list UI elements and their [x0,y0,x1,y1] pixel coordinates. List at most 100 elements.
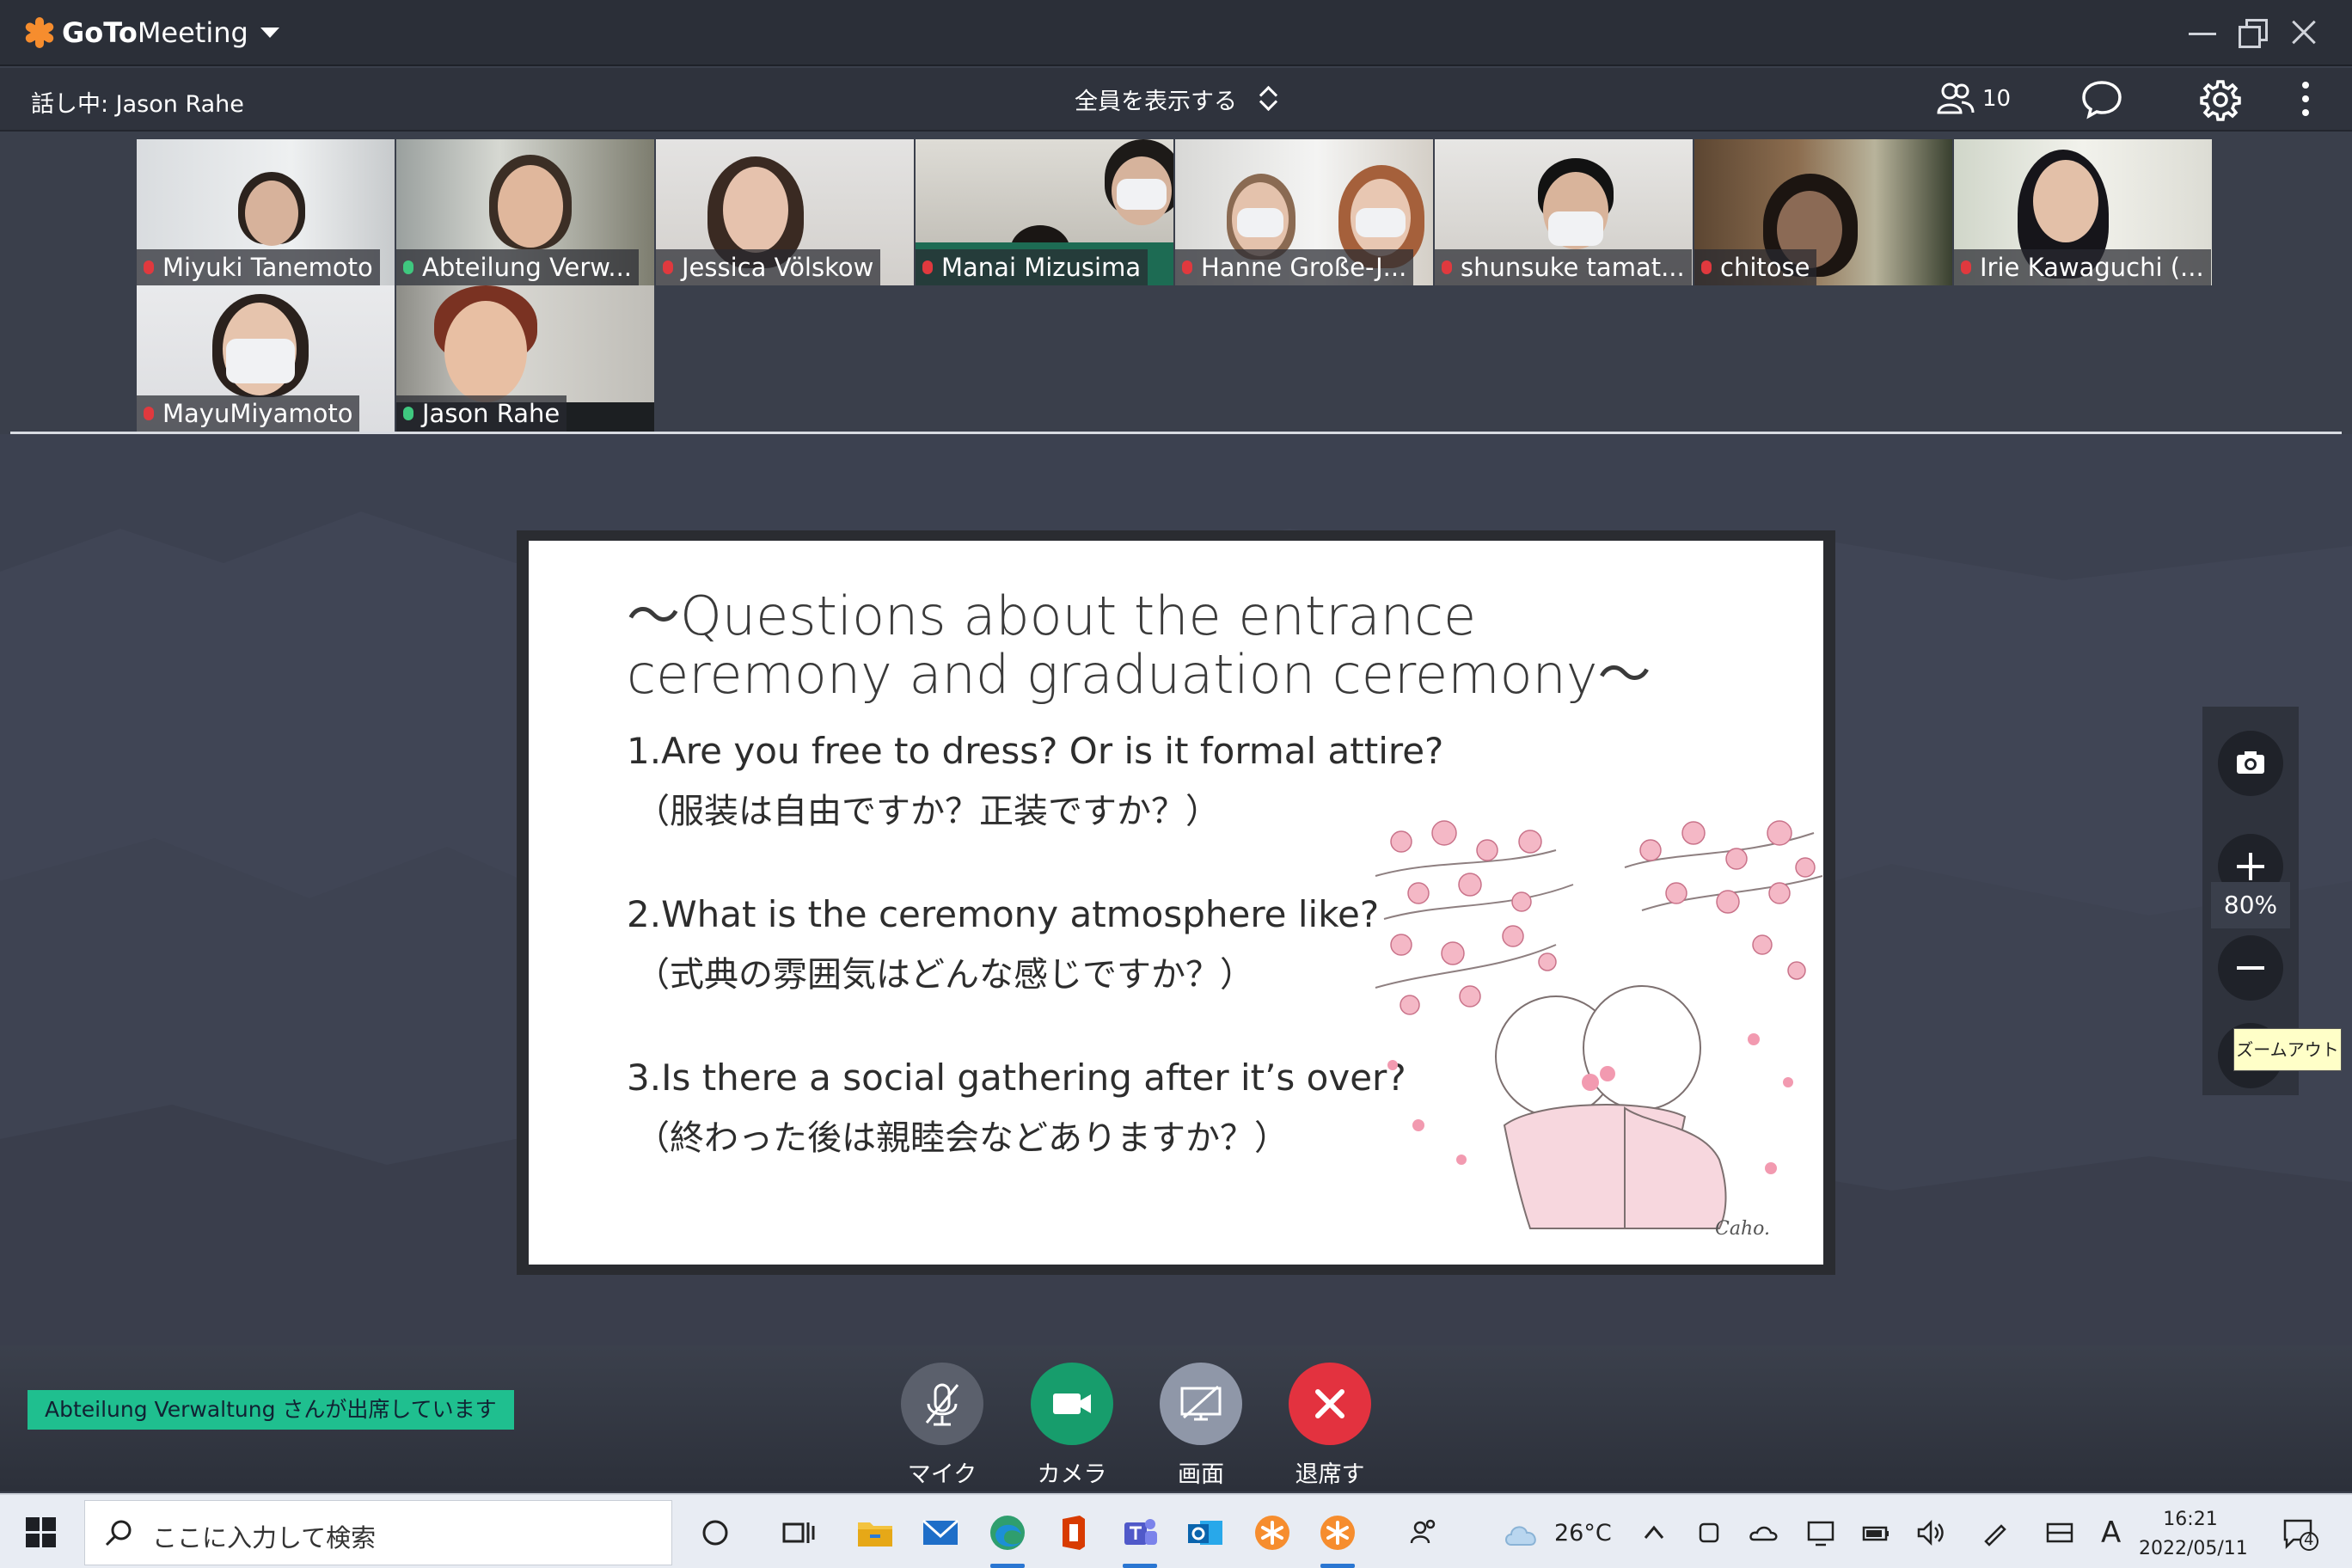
video-tile[interactable]: Manai Mizusima [916,139,1173,285]
video-tile[interactable]: chitose [1694,139,1952,285]
zoom-out-button[interactable] [2218,935,2283,1001]
video-camera-icon [1053,1393,1091,1414]
mic-off-icon [1182,260,1192,274]
mic-off-icon [144,407,154,420]
video-tile[interactable]: Jason Rahe [396,285,654,432]
participant-name: chitose [1720,253,1810,282]
presentation-frame: ～Questions about the entrance ceremony a… [517,530,1835,1275]
camera-button[interactable]: カメラ [1029,1363,1115,1489]
gear-icon [2200,80,2241,121]
microphone-button[interactable]: マイク [899,1363,985,1489]
presentation-slide: ～Questions about the entrance ceremony a… [529,541,1823,1265]
snapshot-button[interactable] [2218,731,2283,796]
mic-off-icon [922,260,933,274]
weather-widget[interactable]: 26°C [1501,1512,1612,1553]
video-tile[interactable]: Hanne Große-J... [1175,139,1433,285]
temperature: 26°C [1554,1519,1612,1547]
gotomeeting-active-icon[interactable] [1317,1512,1358,1568]
onedrive-icon[interactable] [1749,1517,1779,1548]
chevron-up-icon[interactable] [1638,1517,1669,1548]
view-all-toggle[interactable]: 全員を表示する [1075,82,1278,116]
meeting-controls: Abteilung Verwaltung さんが出席しています マイク カメラ [0,1345,2352,1522]
chat-button[interactable] [2080,78,2123,123]
video-tile[interactable]: Irie Kawaguchi (... [1954,139,2212,285]
search-placeholder: ここに入力して検索 [152,1523,377,1553]
chevron-down-icon [260,28,279,38]
edge-browser-icon[interactable] [987,1512,1028,1568]
title-bar: GoToMeeting [0,0,2352,66]
windows-logo-icon [26,1517,40,1531]
outlook-icon[interactable] [1185,1512,1226,1553]
meet-now-icon[interactable] [1694,1517,1724,1548]
app-name: GoToMeeting [62,16,248,49]
video-tile[interactable]: Miyuki Tanemoto [137,139,395,285]
battery-icon[interactable] [1860,1517,1891,1548]
mic-muted-icon [925,1383,959,1426]
video-tile[interactable]: Abteilung Verw... [396,139,654,285]
close-button[interactable] [2285,14,2323,52]
gotomeeting-window: GoToMeeting 話し中: Jason Rahe 全員を表示する 10 M… [0,0,2352,1568]
video-tile[interactable]: Jessica Völskow [656,139,914,285]
participant-name: Jessica Völskow [682,253,874,282]
people-icon [1937,83,1975,114]
restore-button[interactable] [2233,14,2271,52]
mic-off-icon [1701,260,1712,274]
gotomeeting-taskbar-icon[interactable] [1252,1512,1293,1553]
view-all-label: 全員を表示する [1075,88,1237,115]
question-2-en: 2.What is the ceremony atmosphere like? [627,893,1380,935]
display-icon[interactable] [1805,1517,1836,1548]
chat-bubble-icon [2082,81,2122,119]
app-menu-button[interactable]: GoToMeeting [23,15,279,50]
chevron-updown-icon [1258,82,1278,116]
zoom-level: 80% [2211,882,2290,928]
minimize-button[interactable] [2184,14,2221,52]
slide-title: ～Questions about the entrance ceremony a… [627,585,1651,706]
mic-off-icon [144,260,154,274]
pen-icon[interactable] [1979,1517,2010,1548]
people-tray-icon[interactable] [1403,1512,1444,1553]
screen-share-button[interactable]: 画面 [1158,1363,1244,1489]
cherry-blossom-illustration [1375,820,1822,1229]
participant-name: Jason Rahe [422,399,560,428]
task-view-icon[interactable] [777,1512,818,1553]
keyboard-icon[interactable] [2044,1517,2075,1548]
question-2-ja: （式典の雰囲気はどんな感じですか？） [635,955,1254,995]
screen-share-off-icon [1180,1385,1222,1421]
video-tile[interactable]: shunsuke tamat... [1435,139,1693,285]
screen-label: 画面 [1178,1461,1224,1488]
participant-name: Hanne Große-J... [1201,253,1407,282]
volume-icon[interactable] [1915,1517,1946,1548]
clock-time: 16:21 [2163,1509,2218,1530]
settings-button[interactable] [2199,78,2242,125]
question-1-ja: （服装は自由ですか？正装ですか？） [635,792,1220,831]
participant-name: Miyuki Tanemoto [162,253,373,282]
notification-center-button[interactable]: 4 [2282,1517,2319,1551]
video-tile[interactable]: MayuMiyamoto [137,285,395,432]
attendee-count: 10 [1982,86,2012,112]
gotomeeting-logo-icon [23,17,56,48]
attendees-button[interactable]: 10 [1936,80,2011,118]
cortana-icon[interactable] [695,1512,736,1553]
mic-off-icon [1442,260,1452,274]
taskbar-search-box[interactable]: ここに入力して検索 [84,1500,672,1565]
ime-indicator[interactable]: A [2101,1517,2132,1548]
participant-name: Abteilung Verw... [422,253,633,282]
camera-icon [2237,751,2264,774]
system-clock[interactable]: 16:21 2022/05/11 [2139,1505,2248,1564]
camera-label: カメラ [1037,1461,1107,1488]
mic-off-icon [663,260,673,274]
more-options-button[interactable] [2297,78,2314,119]
office-icon[interactable] [1052,1512,1093,1553]
mic-off-icon [1961,260,1971,274]
start-button[interactable] [26,1517,57,1548]
mic-on-icon [403,260,413,274]
mail-icon[interactable] [920,1512,961,1553]
zoom-out-tooltip: ズームアウト [2233,1028,2342,1071]
meeting-toolbar: 話し中: Jason Rahe 全員を表示する 10 [0,68,2352,132]
teams-icon[interactable] [1119,1512,1161,1568]
search-icon [105,1520,132,1547]
file-explorer-icon[interactable] [854,1512,896,1553]
minus-icon [2237,966,2264,970]
microphone-label: マイク [907,1461,977,1488]
participant-name: Irie Kawaguchi (... [1980,253,2204,282]
